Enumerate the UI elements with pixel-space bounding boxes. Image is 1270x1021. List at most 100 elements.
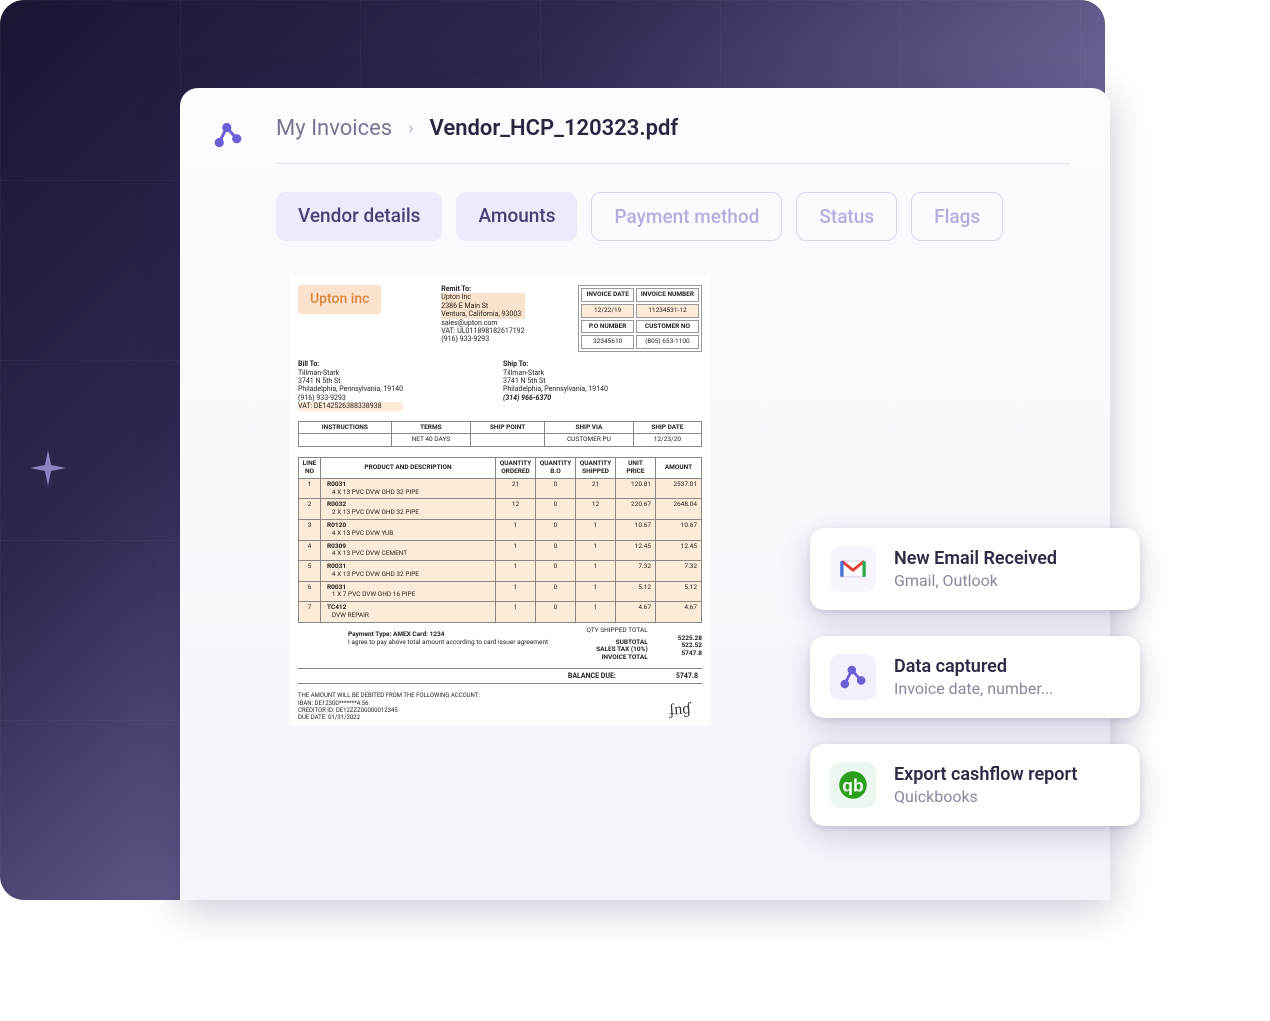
instr-v1: NET 40 DAYS	[391, 434, 470, 447]
instr-h1: TERMS	[391, 421, 470, 434]
notification-cards: New Email Received Gmail, Outlook Data c…	[810, 528, 1140, 826]
sparkle-icon	[30, 450, 66, 486]
gmail-icon	[830, 546, 876, 592]
balance-l: BALANCE DUE:	[568, 672, 616, 680]
payline2: I agree to pay above total amount accord…	[348, 638, 548, 646]
ih0: LINE NO	[299, 458, 321, 479]
meta-date: 12/22/19	[581, 304, 633, 318]
document-viewer: Upton inc Remit To: Upton Inc 2386 E Mai…	[276, 275, 716, 725]
billto-name: Tillman-Stark	[298, 369, 403, 377]
remit-heading: Remit To:	[441, 285, 524, 293]
instr-v3: CUSTOMER PU	[545, 434, 634, 447]
debit-footer: THE AMOUNT WILL BE DEBITED FROM THE FOLL…	[298, 692, 702, 721]
card-data-captured[interactable]: Data captured Invoice date, number...	[810, 636, 1140, 718]
remit-vat: VAT: UL0118981826171­92	[441, 327, 524, 335]
remit-phone: (916) 933-9293	[441, 335, 524, 343]
instr-h3: SHIP VIA	[545, 421, 634, 434]
totals: QTY SHIPPED TOTAL SUBTOTAL SALES TAX (10…	[586, 627, 702, 662]
remit-city: Ventura, California, 93003	[441, 310, 524, 318]
invoice-document: Upton inc Remit To: Upton Inc 2386 E Mai…	[290, 275, 710, 725]
meta-num: 11234531-12	[636, 304, 699, 318]
meta-cust: (805) 653-1100	[636, 335, 699, 349]
f2: IBAN: DE12300*******4.56	[298, 700, 702, 707]
meta-h-cust: CUSTOMER NO	[636, 320, 699, 334]
card-sub: Gmail, Outlook	[894, 571, 1057, 590]
card-title: New Email Received	[894, 548, 1057, 569]
remit-email: sales@upton.com	[441, 319, 524, 327]
f4: DUE DATE: 01/31/2022	[298, 714, 702, 721]
shipto-street: 3741 N 5th St	[503, 377, 608, 385]
qst-label: QTY SHIPPED TOTAL	[586, 627, 647, 635]
sidebar	[180, 88, 276, 900]
payment-type: Payment Type: AMEX Card: 1234 I agree to…	[348, 631, 586, 647]
remit-street: 2386 E Main St	[441, 302, 524, 310]
invtot-v: 5747.8	[678, 650, 702, 658]
meta-h-date: INVOICE DATE	[581, 288, 633, 302]
ih1: PRODUCT AND DESCRIPTION	[321, 458, 496, 479]
card-title: Data captured	[894, 656, 1054, 677]
card-title: Export cashflow report	[894, 764, 1077, 785]
remit-name: Upton Inc	[441, 293, 524, 301]
table-row: 6R0031 1 X 7 PVC DVW GHD 16 PIPE1015.125…	[299, 581, 702, 602]
invoice-meta-table: INVOICE DATEINVOICE NUMBER 12/22/1911234…	[578, 285, 702, 352]
breadcrumb-parent[interactable]: My Invoices	[276, 116, 392, 141]
remit-to: Remit To: Upton Inc 2386 E Main St Ventu…	[441, 285, 524, 344]
breadcrumb-current: Vendor_HCP_120323.pdf	[430, 116, 679, 141]
shipto-heading: Ship To:	[503, 360, 608, 368]
table-row: 5R0031 4 X 13 PVC DVW GHD 32 PIPE1017.32…	[299, 561, 702, 582]
billto-heading: Bill To:	[298, 360, 403, 368]
card-sub: Quickbooks	[894, 787, 1077, 806]
instructions-table: INSTRUCTIONS TERMS SHIP POINT SHIP VIA S…	[298, 421, 702, 448]
table-row: 3R0120 4 X 13 PVC DVW YUB10110.6710.67	[299, 519, 702, 540]
billto-vat: VAT: DE142526388338938	[298, 402, 403, 410]
app-logo-icon	[830, 654, 876, 700]
payline1: Payment Type: AMEX Card: 1234	[348, 630, 444, 638]
table-row: 4R0309 4 X 13 PVC DVW CEMENT10112.4512.4…	[299, 540, 702, 561]
invtot-l: INVOICE TOTAL	[586, 654, 647, 662]
vendor-name-highlight: Upton inc	[298, 285, 381, 314]
balance-row: BALANCE DUE: 5747.8	[298, 668, 702, 684]
balance-v: 5747.8	[676, 672, 698, 680]
ih4: QUANTITY SHIPPED	[576, 458, 616, 479]
table-row: 2R0032 2 X 13 PVC DVW GHD 32 PIPE1201222…	[299, 499, 702, 520]
bill-to: Bill To: Tillman-Stark 3741 N 5th St Phi…	[298, 360, 403, 410]
svg-text:qb: qb	[842, 775, 863, 795]
f3: CREDITOR ID: DE12ZZZ00000012345	[298, 707, 702, 714]
line-items-table: LINE NO PRODUCT AND DESCRIPTION QUANTITY…	[298, 457, 702, 623]
billto-phone: (916) 933-9293	[298, 394, 403, 402]
shipto-name: Tillman-Stark	[503, 369, 608, 377]
instr-v2	[471, 434, 545, 447]
tab-status[interactable]: Status	[796, 192, 897, 241]
card-new-email[interactable]: New Email Received Gmail, Outlook	[810, 528, 1140, 610]
billto-city: Philadelphia, Pennsylvania, 19140	[298, 385, 403, 393]
card-export-cashflow[interactable]: qb Export cashflow report Quickbooks	[810, 744, 1140, 826]
meta-h-po: P.O NUMBER	[581, 320, 633, 334]
ih5: UNIT PRICE	[616, 458, 656, 479]
f1: THE AMOUNT WILL BE DEBITED FROM THE FOLL…	[298, 692, 702, 699]
app-logo-icon	[213, 120, 243, 150]
tab-amounts[interactable]: Amounts	[456, 192, 577, 241]
instr-h4: SHIP DATE	[633, 421, 701, 434]
ih6: AMOUNT	[656, 458, 702, 479]
ih2: QUANTITY ORDERED	[496, 458, 536, 479]
tab-payment-method[interactable]: Payment method	[591, 192, 782, 241]
table-row: 1R0031 4 X 13 PVC DVW GHD 32 PIPE2102112…	[299, 478, 702, 499]
billto-street: 3741 N 5th St	[298, 377, 403, 385]
instr-v4: 12/23/20	[633, 434, 701, 447]
instr-v0	[299, 434, 392, 447]
chevron-right-icon: ›	[408, 118, 413, 139]
meta-h-num: INVOICE NUMBER	[636, 288, 699, 302]
instr-h0: INSTRUCTIONS	[299, 421, 392, 434]
card-sub: Invoice date, number...	[894, 679, 1054, 698]
tab-vendor-details[interactable]: Vendor details	[276, 192, 442, 241]
shipto-phone: (314) 966-6370	[503, 394, 608, 402]
table-row: 7TC412 DVW REPAIR1014.674.67	[299, 602, 702, 623]
tab-flags[interactable]: Flags	[911, 192, 1003, 241]
quickbooks-icon: qb	[830, 762, 876, 808]
shipto-city: Philadelphia, Pennsylvania, 19140	[503, 385, 608, 393]
breadcrumb: My Invoices › Vendor_HCP_120323.pdf	[276, 116, 1070, 164]
instr-h2: SHIP POINT	[471, 421, 545, 434]
tabs: Vendor details Amounts Payment method St…	[276, 192, 1070, 241]
ship-to: Ship To: Tillman-Stark 3741 N 5th St Phi…	[503, 360, 608, 410]
signature: ʄnɠ	[668, 699, 691, 720]
